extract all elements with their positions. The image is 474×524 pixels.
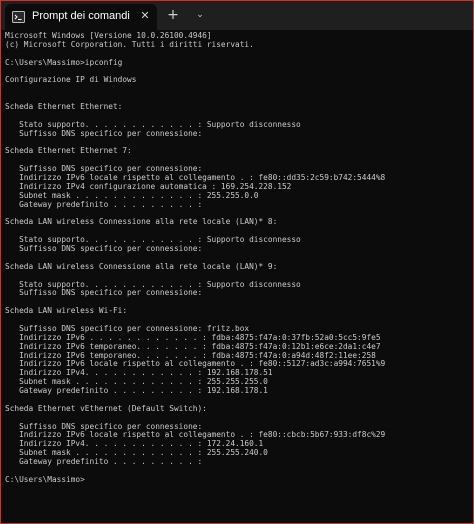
console-line: Suffisso DNS specifico per connessione: <box>5 244 203 253</box>
console-line: C:\Users\Massimo>ipconfig <box>5 57 123 67</box>
tab-bar: Prompt dei comandi ✕ + ⌄ <box>1 1 473 30</box>
console-line: Scheda LAN wireless Connessione alla ret… <box>5 217 278 227</box>
console-line: C:\Users\Massimo> <box>5 474 85 484</box>
new-tab-button[interactable]: + <box>165 7 181 23</box>
console-line: Gateway predefinito . . . . . . . . . : <box>5 199 203 209</box>
terminal-window: Prompt dei comandi ✕ + ⌄ Microsoft Windo… <box>0 0 474 524</box>
console-line: Scheda Ethernet Ethernet: <box>5 102 123 111</box>
console-line: Configurazione IP di Windows <box>5 75 137 85</box>
console-line: Gateway predefinito . . . . . . . . . : <box>5 457 203 466</box>
tab-command-prompt[interactable]: Prompt dei comandi ✕ <box>5 4 157 30</box>
chevron-down-icon[interactable]: ⌄ <box>193 8 207 22</box>
tab-title: Prompt dei comandi <box>32 10 130 22</box>
close-tab-button[interactable]: ✕ <box>139 10 151 22</box>
console-line: Scheda Ethernet vEthernet (Default Switc… <box>5 403 207 413</box>
console-line: Gateway predefinito . . . . . . . . . : … <box>5 386 268 395</box>
console-line: Scheda LAN wireless Connessione alla ret… <box>5 261 278 271</box>
console-line: Scheda LAN wireless Wi-Fi: <box>5 306 128 316</box>
terminal-icon <box>12 11 25 23</box>
console-line: (c) Microsoft Corporation. Tutti i dirit… <box>5 39 254 49</box>
console-line: Suffisso DNS specifico per connessione: <box>5 128 203 138</box>
console-line: Scheda Ethernet Ethernet 7: <box>5 146 132 156</box>
console-output[interactable]: Microsoft Windows [Versione 10.0.26100.4… <box>5 32 471 523</box>
console-line: Suffisso DNS specifico per connessione: <box>5 288 203 298</box>
